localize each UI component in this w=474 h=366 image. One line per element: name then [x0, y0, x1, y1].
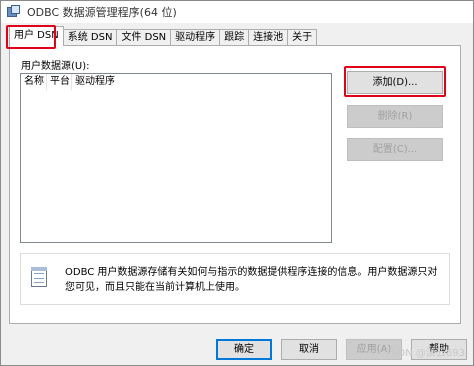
column-header-platform[interactable]: 平台	[47, 74, 72, 90]
tab-connection-pooling[interactable]: 连接池	[248, 29, 289, 46]
user-dsn-panel: 用户数据源(U): 名称 平台 驱动程序 添加(D)... 删除(R) 配置(C…	[9, 45, 461, 324]
list-column-headers: 名称 平台 驱动程序	[21, 74, 331, 90]
column-header-driver[interactable]: 驱动程序	[72, 74, 152, 90]
user-data-sources-label: 用户数据源(U):	[21, 61, 90, 72]
ok-button[interactable]: 确定	[216, 339, 272, 360]
tab-about[interactable]: 关于	[287, 29, 318, 46]
odbc-dialog-window: ODBC 数据源管理程序(64 位) 用户 DSN 系统 DSN 文件 DSN …	[0, 0, 474, 366]
remove-button[interactable]: 删除(R)	[347, 105, 443, 128]
column-header-name[interactable]: 名称	[21, 74, 47, 90]
tab-drivers[interactable]: 驱动程序	[170, 29, 221, 46]
configure-button[interactable]: 配置(C)...	[347, 138, 443, 161]
info-box: ODBC 用户数据源存储有关如何与指示的数据提供程序连接的信息。用户数据源只对您…	[20, 253, 450, 305]
tab-tracing[interactable]: 跟踪	[219, 29, 250, 46]
info-text: ODBC 用户数据源存储有关如何与指示的数据提供程序连接的信息。用户数据源只对您…	[65, 267, 438, 293]
odbc-app-icon	[7, 5, 21, 19]
tab-strip: 用户 DSN 系统 DSN 文件 DSN 驱动程序 跟踪 连接池 关于	[9, 26, 318, 46]
tab-file-dsn[interactable]: 文件 DSN	[116, 29, 172, 46]
tab-user-dsn[interactable]: 用户 DSN	[9, 26, 64, 46]
user-data-sources-list[interactable]: 名称 平台 驱动程序	[20, 73, 332, 243]
add-button[interactable]: 添加(D)...	[347, 71, 443, 94]
watermark: CSDN @淡云693	[384, 348, 465, 359]
title-bar: ODBC 数据源管理程序(64 位)	[1, 1, 473, 23]
data-source-icon	[31, 267, 49, 289]
tab-system-dsn[interactable]: 系统 DSN	[62, 29, 118, 46]
cancel-button[interactable]: 取消	[281, 339, 337, 360]
window-title: ODBC 数据源管理程序(64 位)	[27, 6, 177, 19]
